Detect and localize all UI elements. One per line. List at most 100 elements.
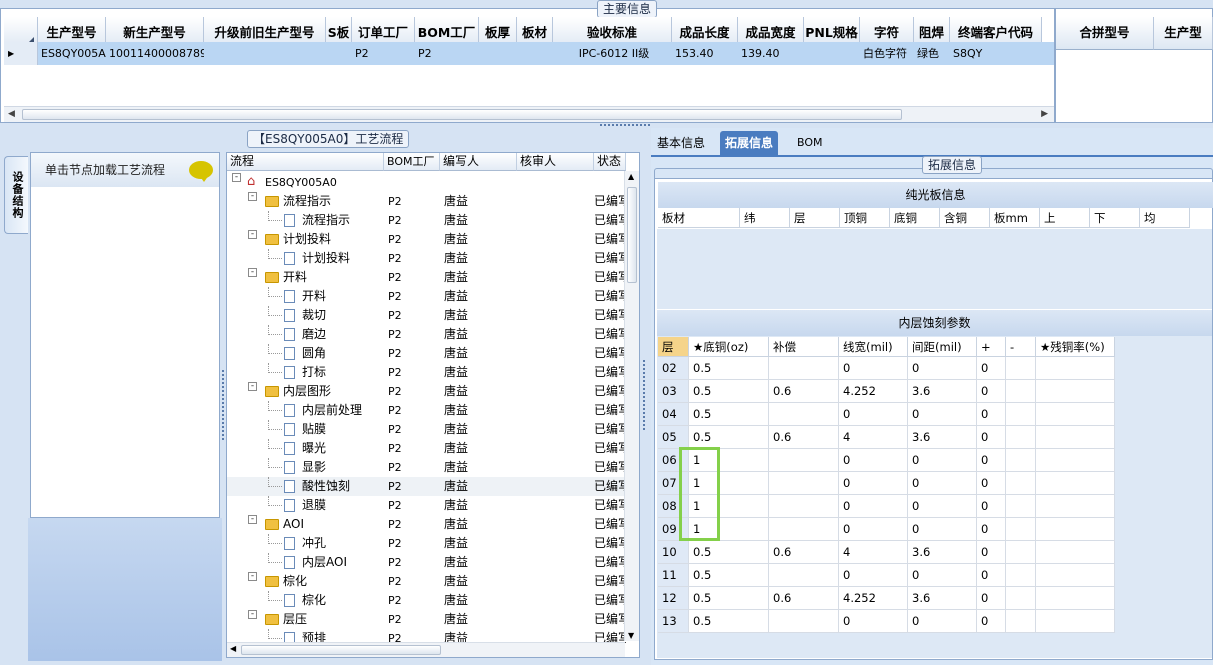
cell-length[interactable]: 153.40: [672, 42, 738, 65]
etch-cell[interactable]: 0: [977, 541, 1006, 564]
etch-cell[interactable]: 0: [977, 357, 1006, 380]
etch-cell[interactable]: 0: [977, 610, 1006, 633]
tree-row[interactable]: - 棕化 P2 唐益 已编写: [227, 572, 626, 591]
etch-cell[interactable]: [1006, 380, 1036, 403]
scroll-left-icon[interactable]: ◀: [230, 644, 236, 653]
etch-cell[interactable]: 0.5: [689, 426, 769, 449]
collapse-icon[interactable]: -: [248, 610, 257, 619]
etch-cell[interactable]: 0: [977, 564, 1006, 587]
etch-cell[interactable]: 3.6: [908, 541, 977, 564]
collapse-icon[interactable]: -: [248, 515, 257, 524]
etch-cell[interactable]: 0: [977, 472, 1006, 495]
tree-row[interactable]: 流程指示 P2 唐益 已编写: [227, 211, 626, 230]
tree-hscroll-thumb[interactable]: [241, 645, 441, 655]
etch-cell[interactable]: [1036, 587, 1115, 610]
cell-s_board[interactable]: [326, 42, 352, 65]
center-splitter-handle[interactable]: [643, 360, 647, 430]
etch-cell[interactable]: [1036, 541, 1115, 564]
tree-row[interactable]: 打标 P2 唐益 已编写: [227, 363, 626, 382]
tree-row[interactable]: - 开料 P2 唐益 已编写: [227, 268, 626, 287]
etch-cell[interactable]: [1036, 518, 1115, 541]
etch-cell[interactable]: 0: [977, 587, 1006, 610]
etch-cell[interactable]: 0: [977, 495, 1006, 518]
etch-cell[interactable]: 0: [908, 357, 977, 380]
tree-root[interactable]: - ⌂ ES8QY005A0: [227, 173, 625, 192]
cell-width[interactable]: 139.40: [738, 42, 804, 65]
tree-row[interactable]: 开料 P2 唐益 已编写: [227, 287, 626, 306]
collapse-icon[interactable]: -: [248, 268, 257, 277]
etch-cell[interactable]: 0: [908, 449, 977, 472]
tree-row[interactable]: 内层前处理 P2 唐益 已编写: [227, 401, 626, 420]
cell-bom_factory[interactable]: P2: [415, 42, 479, 65]
collapse-icon[interactable]: -: [232, 173, 241, 182]
tree-hscrollbar[interactable]: ◀: [227, 642, 625, 657]
etch-cell[interactable]: 0: [839, 357, 908, 380]
lb-col[interactable]: 均: [1140, 208, 1190, 228]
tree-row[interactable]: 棕化 P2 唐益 已编写: [227, 591, 626, 610]
tree-row[interactable]: 曝光 P2 唐益 已编写: [227, 439, 626, 458]
cell-old_model[interactable]: [204, 42, 326, 65]
scroll-down-icon[interactable]: ▼: [628, 631, 634, 640]
etch-col[interactable]: ★底铜(oz): [689, 337, 769, 357]
tree-row[interactable]: - 流程指示 P2 唐益 已编写: [227, 192, 626, 211]
etch-cell[interactable]: 0.5: [689, 564, 769, 587]
etch-cell[interactable]: [769, 518, 839, 541]
collapse-icon[interactable]: -: [248, 230, 257, 239]
etch-col[interactable]: 间距(mil): [908, 337, 977, 357]
col-prod-model-2[interactable]: 生产型: [1154, 17, 1213, 50]
col-bom-factory[interactable]: BOM工厂: [384, 153, 440, 171]
etch-cell[interactable]: [1006, 472, 1036, 495]
tree-row[interactable]: 内层AOI P2 唐益 已编写: [227, 553, 626, 572]
etch-cell[interactable]: [769, 564, 839, 587]
etch-cell[interactable]: [1006, 403, 1036, 426]
etch-cell[interactable]: [1036, 472, 1115, 495]
etch-cell[interactable]: 0: [977, 403, 1006, 426]
tree-row[interactable]: - 层压 P2 唐益 已编写: [227, 610, 626, 629]
etch-cell[interactable]: [1006, 357, 1036, 380]
tree-row[interactable]: 圆角 P2 唐益 已编写: [227, 344, 626, 363]
etch-cell[interactable]: 0.6: [769, 587, 839, 610]
etch-cell[interactable]: 3.6: [908, 380, 977, 403]
col-flow[interactable]: 流程: [227, 153, 384, 171]
lb-col[interactable]: 纬: [740, 208, 790, 228]
etch-cell[interactable]: 0: [908, 564, 977, 587]
tree-row[interactable]: 显影 P2 唐益 已编写: [227, 458, 626, 477]
etch-col[interactable]: -: [1006, 337, 1036, 357]
etch-cell[interactable]: [1036, 449, 1115, 472]
cell-new_model[interactable]: 10011400008789: [106, 42, 204, 65]
etch-cell[interactable]: [1006, 426, 1036, 449]
collapse-icon[interactable]: -: [248, 192, 257, 201]
etch-cell[interactable]: [1036, 564, 1115, 587]
etch-cell[interactable]: 0: [908, 472, 977, 495]
lb-col[interactable]: 上: [1040, 208, 1090, 228]
etch-cell[interactable]: 0: [908, 610, 977, 633]
lb-col[interactable]: 含铜: [940, 208, 990, 228]
tree-vscrollbar[interactable]: ▲ ▼: [624, 171, 639, 641]
etch-cell[interactable]: 3.6: [908, 587, 977, 610]
lb-col[interactable]: 顶铜: [840, 208, 890, 228]
scroll-up-icon[interactable]: ▲: [628, 172, 634, 181]
etch-cell[interactable]: 0.5: [689, 541, 769, 564]
etch-cell[interactable]: 0: [908, 403, 977, 426]
cell-mask[interactable]: 绿色: [914, 42, 950, 65]
collapse-icon[interactable]: -: [248, 382, 257, 391]
lb-col[interactable]: 层: [790, 208, 840, 228]
top-hscrollbar[interactable]: ◀ ▶: [4, 106, 1054, 122]
etch-cell[interactable]: 0: [908, 495, 977, 518]
tree-row[interactable]: - 计划投料 P2 唐益 已编写: [227, 230, 626, 249]
etch-cell[interactable]: [769, 403, 839, 426]
col-status[interactable]: 状态: [594, 153, 626, 171]
tree-row[interactable]: 酸性蚀刻 P2 唐益 已编写: [227, 477, 626, 496]
scroll-thumb[interactable]: [22, 109, 902, 120]
cell-thickness[interactable]: [479, 42, 517, 65]
tab-extended-info[interactable]: 拓展信息: [720, 131, 779, 155]
etch-cell[interactable]: [769, 495, 839, 518]
etch-cell[interactable]: 0: [908, 518, 977, 541]
tree-scroll-thumb[interactable]: [627, 187, 637, 283]
etch-cell[interactable]: 4.252: [839, 380, 908, 403]
etch-cell[interactable]: 4.252: [839, 587, 908, 610]
etch-cell[interactable]: [1006, 449, 1036, 472]
etch-cell[interactable]: [1006, 495, 1036, 518]
etch-cell[interactable]: 0: [839, 518, 908, 541]
scroll-right-icon[interactable]: ▶: [1041, 109, 1048, 119]
